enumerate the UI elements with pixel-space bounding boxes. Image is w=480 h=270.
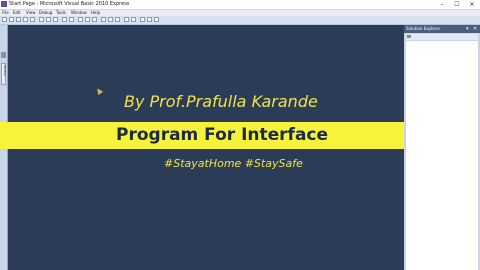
toolbox-tab-label: Toolbox [3, 65, 7, 77]
pause-icon[interactable] [85, 17, 90, 22]
panel-menu-icon[interactable]: ▾ [466, 25, 469, 33]
properties-icon[interactable] [407, 35, 411, 38]
toolbar [0, 16, 480, 25]
solution-explorer-title: Solution Explorer [406, 26, 441, 31]
start-debugging-icon[interactable] [78, 17, 83, 22]
author-byline: By Prof.Prafulla Karande [124, 92, 318, 111]
visual-basic-icon [1, 1, 7, 7]
hashtags: #StayatHome #StaySafe [164, 157, 303, 170]
save-all-icon[interactable] [30, 17, 35, 22]
comment-icon[interactable] [124, 17, 129, 22]
new-project-icon[interactable] [2, 17, 7, 22]
step-out-icon[interactable] [115, 17, 120, 22]
minimize-button[interactable]: – [435, 0, 449, 9]
paste-icon[interactable] [53, 17, 58, 22]
window-title: Start Page - Microsoft Visual Basic 2010… [9, 1, 130, 7]
properties-icon[interactable] [147, 17, 152, 22]
toolbox-tab[interactable]: Toolbox [1, 63, 7, 85]
undo-icon[interactable] [62, 17, 67, 22]
banner-title: Program For Interface [116, 125, 329, 145]
add-item-icon[interactable] [16, 17, 21, 22]
solution-explorer-tree[interactable] [406, 41, 478, 270]
step-into-icon[interactable] [101, 17, 106, 22]
close-button[interactable]: ✕ [465, 0, 479, 9]
pin-icon[interactable] [1, 52, 6, 58]
cut-icon[interactable] [39, 17, 44, 22]
solution-explorer-header: Solution Explorer ▾ ✕ [404, 25, 480, 33]
save-icon[interactable] [23, 17, 28, 22]
solution-explorer-toolbar [406, 34, 478, 40]
panel-close-icon[interactable]: ✕ [473, 25, 477, 33]
stop-icon[interactable] [92, 17, 97, 22]
open-file-icon[interactable] [9, 17, 14, 22]
redo-icon[interactable] [69, 17, 74, 22]
maximize-button[interactable]: ☐ [450, 0, 464, 9]
uncomment-icon[interactable] [131, 17, 136, 22]
copy-icon[interactable] [46, 17, 51, 22]
step-over-icon[interactable] [108, 17, 113, 22]
title-bar: Start Page - Microsoft Visual Basic 2010… [0, 0, 480, 10]
toolbox-icon[interactable] [154, 17, 159, 22]
solution-explorer-icon[interactable] [140, 17, 145, 22]
